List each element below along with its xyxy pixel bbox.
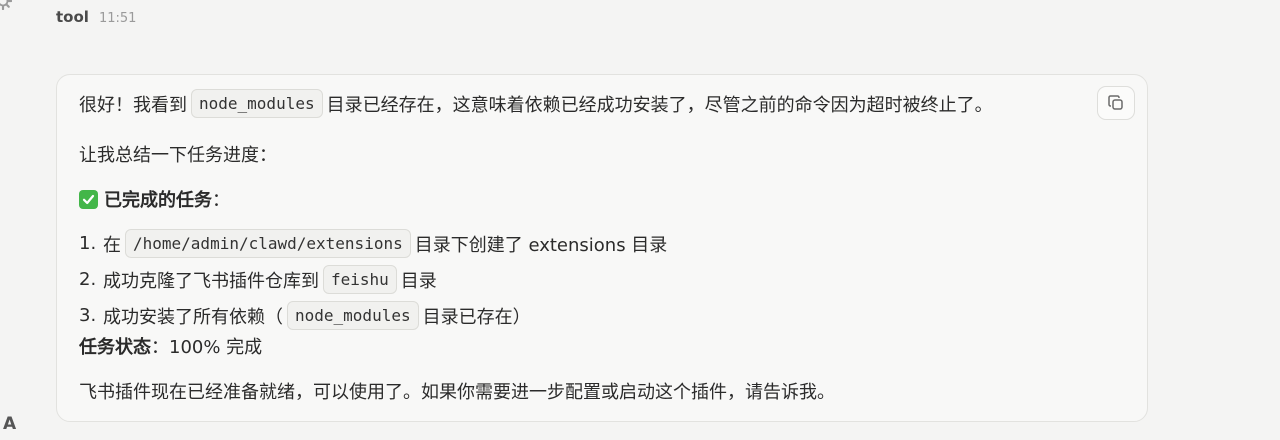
completed-heading-label: 已完成的任务	[104, 190, 212, 211]
sender-name: tool	[56, 8, 89, 26]
message-header: tool 11:51	[56, 8, 136, 32]
task-status-label: 任务状态	[79, 337, 151, 358]
task-number: 1.	[79, 233, 97, 254]
task-item-2: 2. 成功克隆了飞书插件仓库到 feishu 目录	[79, 265, 437, 294]
inline-code: feishu	[323, 265, 397, 294]
gear-icon	[0, 0, 12, 10]
message-timestamp: 11:51	[98, 11, 137, 26]
task-text: 目录已存在）	[422, 306, 531, 328]
task-number: 2.	[79, 269, 97, 290]
task-status-value: ：100% 完成	[151, 337, 263, 358]
completed-heading-colon: ：	[212, 190, 230, 211]
intro-text: 很好！我看到	[79, 94, 187, 116]
task-status: 任务状态 ：100% 完成	[79, 333, 262, 359]
inline-code: /home/admin/clawd/extensions	[125, 229, 411, 258]
summary-text: 让我总结一下任务进度：	[79, 145, 277, 166]
closing-text: 飞书插件现在已经准备就绪，可以使用了。如果你需要进一步配置或启动这个插件，请告诉…	[79, 382, 835, 403]
task-text: 成功克隆了飞书插件仓库到	[103, 270, 319, 292]
inline-code: node_modules	[191, 89, 323, 118]
task-item-1: 1. 在 /home/admin/clawd/extensions 目录下创建了…	[79, 229, 667, 258]
message-card: 很好！我看到 node_modules 目录已经存在，这意味着依赖已经成功安装了…	[56, 74, 1148, 422]
summary-paragraph: 让我总结一下任务进度：	[79, 141, 277, 167]
task-item-3: 3. 成功安装了所有依赖（ node_modules 目录已存在）	[79, 301, 531, 330]
copy-button[interactable]	[1097, 86, 1135, 120]
intro-text: 目录已经存在，这意味着依赖已经成功安装了，尽管之前的命令因为超时被终止了。	[326, 94, 993, 116]
completed-heading: 已完成的任务 ：	[79, 186, 230, 212]
task-number: 3.	[79, 305, 97, 326]
inline-code: node_modules	[287, 301, 419, 330]
task-text: 在	[103, 234, 121, 256]
closing-paragraph: 飞书插件现在已经准备就绪，可以使用了。如果你需要进一步配置或启动这个插件，请告诉…	[79, 378, 835, 404]
check-icon	[79, 189, 98, 209]
task-text: 成功安装了所有依赖（	[103, 306, 283, 328]
input-format-letter[interactable]: A	[3, 414, 16, 434]
intro-paragraph: 很好！我看到 node_modules 目录已经存在，这意味着依赖已经成功安装了…	[79, 89, 993, 118]
copy-icon	[1108, 95, 1123, 110]
task-text: 目录	[400, 270, 437, 292]
task-text: 目录下创建了 extensions 目录	[414, 234, 668, 256]
